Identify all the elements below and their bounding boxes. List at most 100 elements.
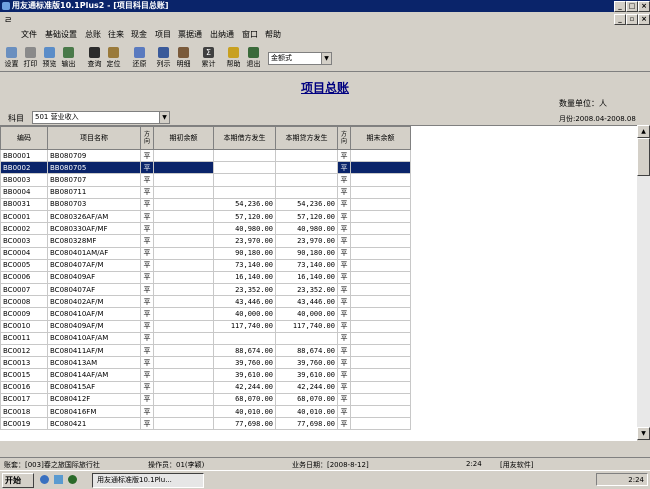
cell-opening[interactable] xyxy=(153,258,214,272)
cell-direction[interactable]: 平 xyxy=(140,404,154,419)
cell-code[interactable]: BC0010 xyxy=(0,319,48,333)
table-row[interactable]: BC0013 BC080413AM 平 39,760.00 39,760.00 平 xyxy=(0,356,411,370)
cell-credit[interactable]: 40,010.00 xyxy=(275,404,338,419)
cell-direction[interactable]: 平 xyxy=(140,148,154,163)
cell-debit[interactable]: 88,674.00 xyxy=(213,343,276,358)
cell-code[interactable]: BC0019 xyxy=(0,417,48,431)
cell-code[interactable]: BC0013 xyxy=(0,356,48,370)
cell-code[interactable]: BB0001 xyxy=(0,148,48,163)
cell-opening[interactable] xyxy=(153,331,214,346)
cell-opening[interactable] xyxy=(153,270,214,285)
chevron-down-icon[interactable]: ▼ xyxy=(159,112,169,123)
cell-opening[interactable] xyxy=(153,197,214,211)
cell-direction-end[interactable]: 平 xyxy=(337,331,351,346)
cell-direction[interactable]: 平 xyxy=(140,222,154,236)
cell-code[interactable]: BB0002 xyxy=(0,161,48,175)
cell-opening[interactable] xyxy=(153,222,214,236)
settings-button[interactable]: 设置 xyxy=(3,47,20,70)
cell-debit[interactable] xyxy=(213,331,276,346)
print-button[interactable]: 打印 xyxy=(22,47,39,70)
cell-name[interactable]: BC080411AF/M xyxy=(47,343,141,358)
cell-opening[interactable] xyxy=(153,234,214,248)
cell-name[interactable]: BB080709 xyxy=(47,148,141,163)
format-select[interactable]: 金额式 ▼ xyxy=(268,52,332,65)
cell-closing[interactable] xyxy=(350,343,411,358)
col-header-credit[interactable]: 本期贷方发生 xyxy=(275,126,338,150)
cell-code[interactable]: BC0004 xyxy=(0,246,48,260)
cell-opening[interactable] xyxy=(153,392,214,406)
preview-button[interactable]: 预览 xyxy=(41,47,58,70)
query-button[interactable]: 查询 xyxy=(86,47,103,70)
cell-code[interactable]: BB0031 xyxy=(0,197,48,211)
list-button[interactable]: 列示 xyxy=(155,47,172,70)
cell-opening[interactable] xyxy=(153,380,214,394)
cell-closing[interactable] xyxy=(350,209,411,224)
menu-window[interactable]: 窗口 xyxy=(242,29,258,40)
cell-direction[interactable]: 平 xyxy=(140,356,154,370)
table-row[interactable]: BB0003 BB080707 平平 xyxy=(0,173,411,187)
help-button[interactable]: 帮助 xyxy=(225,47,242,70)
cell-closing[interactable] xyxy=(350,331,411,346)
cell-closing[interactable] xyxy=(350,295,411,309)
cell-direction-end[interactable]: 平 xyxy=(337,185,351,199)
cumulative-button[interactable]: Σ 累计 xyxy=(200,47,217,70)
cell-closing[interactable] xyxy=(350,197,411,211)
cell-closing[interactable] xyxy=(350,258,411,272)
restore-button[interactable]: 还原 xyxy=(131,47,148,70)
cell-closing[interactable] xyxy=(350,246,411,260)
cell-debit[interactable]: 54,236.00 xyxy=(213,197,276,211)
cell-opening[interactable] xyxy=(153,246,214,260)
cell-credit[interactable]: 23,970.00 xyxy=(275,234,338,248)
detail-button[interactable]: 明细 xyxy=(175,47,192,70)
cell-opening[interactable] xyxy=(153,295,214,309)
cell-direction-end[interactable]: 平 xyxy=(337,173,351,187)
cell-code[interactable]: BC0016 xyxy=(0,380,48,394)
cell-name[interactable]: BC080410AF/M xyxy=(47,307,141,321)
cell-direction[interactable]: 平 xyxy=(140,197,154,211)
menu-project[interactable]: 项目 xyxy=(155,29,171,40)
cell-credit[interactable]: 54,236.00 xyxy=(275,197,338,211)
cell-code[interactable]: BC0012 xyxy=(0,343,48,358)
cell-opening[interactable] xyxy=(153,148,214,163)
cell-credit[interactable]: 42,244.00 xyxy=(275,380,338,394)
table-row[interactable]: BB0002 BB080705 平平 xyxy=(0,161,411,175)
table-row[interactable]: BC0018 BC080416FM 平 40,010.00 40,010.00 平 xyxy=(0,404,411,419)
cell-debit[interactable]: 39,610.00 xyxy=(213,368,276,382)
cell-closing[interactable] xyxy=(350,173,411,187)
cell-debit[interactable]: 90,180.00 xyxy=(213,246,276,260)
taskbar-app-item[interactable]: 用友通标准版10.1Plu... xyxy=(92,473,204,488)
cell-name[interactable]: BC080402AF/M xyxy=(47,295,141,309)
cell-direction-end[interactable]: 平 xyxy=(337,417,351,431)
table-row[interactable]: BB0031 BB080703 平 54,236.00 54,236.00 平 xyxy=(0,197,411,211)
cell-credit[interactable]: 40,980.00 xyxy=(275,222,338,236)
cell-closing[interactable] xyxy=(350,270,411,285)
cell-name[interactable]: BC080409AF/M xyxy=(47,319,141,333)
cell-closing[interactable] xyxy=(350,404,411,419)
cell-direction[interactable]: 平 xyxy=(140,343,154,358)
cell-direction-end[interactable]: 平 xyxy=(337,319,351,333)
cell-credit[interactable]: 39,760.00 xyxy=(275,356,338,370)
cell-code[interactable]: BC0008 xyxy=(0,295,48,309)
cell-closing[interactable] xyxy=(350,161,411,175)
cell-debit[interactable]: 42,244.00 xyxy=(213,380,276,394)
cell-name[interactable]: BC080401AM/AF xyxy=(47,246,141,260)
cell-name[interactable]: BC080412F xyxy=(47,392,141,406)
cell-credit[interactable]: 16,140.00 xyxy=(275,270,338,285)
cell-debit[interactable]: 117,740.00 xyxy=(213,319,276,333)
cell-code[interactable]: BC0006 xyxy=(0,270,48,285)
cell-direction-end[interactable]: 平 xyxy=(337,234,351,248)
mdi-close-button[interactable]: × xyxy=(638,14,650,25)
menu-help[interactable]: 帮助 xyxy=(265,29,281,40)
menu-cashier[interactable]: 出纳通 xyxy=(210,29,234,40)
cell-direction-end[interactable]: 平 xyxy=(337,209,351,224)
cell-direction-end[interactable]: 平 xyxy=(337,356,351,370)
cell-opening[interactable] xyxy=(153,307,214,321)
cell-credit[interactable]: 39,610.00 xyxy=(275,368,338,382)
cell-direction[interactable]: 平 xyxy=(140,234,154,248)
cell-direction[interactable]: 平 xyxy=(140,173,154,187)
cell-code[interactable]: BC0011 xyxy=(0,331,48,346)
col-header-opening[interactable]: 期初余额 xyxy=(153,126,214,150)
chevron-down-icon[interactable]: ▼ xyxy=(321,53,331,64)
cell-direction-end[interactable]: 平 xyxy=(337,404,351,419)
cell-name[interactable]: BC080407AF/M xyxy=(47,258,141,272)
